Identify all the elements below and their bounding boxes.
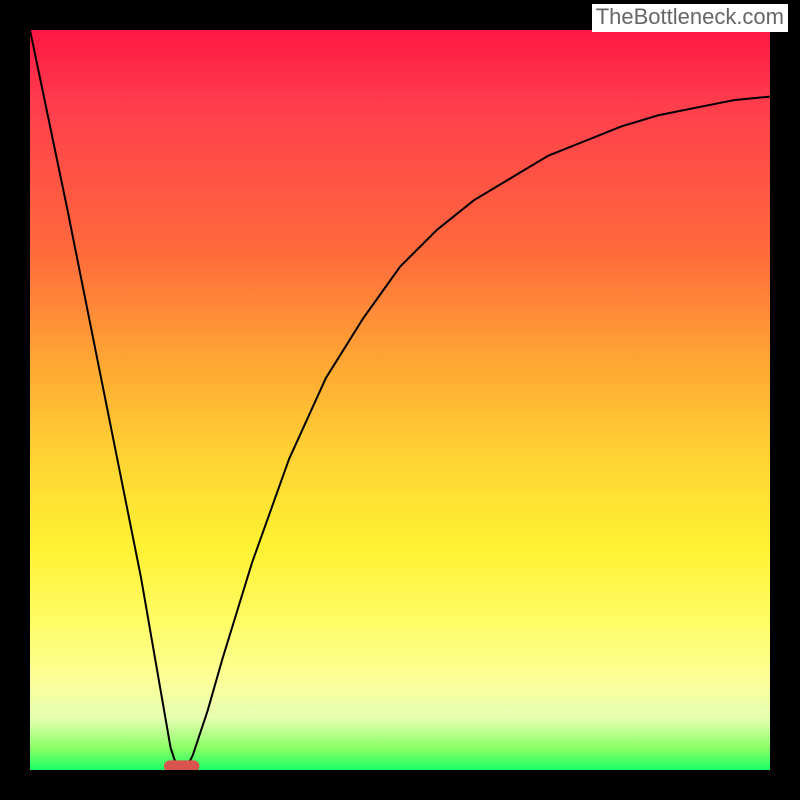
chart-container: TheBottleneck.com [0, 0, 800, 800]
optimal-region-marker [164, 760, 200, 770]
attribution-label: TheBottleneck.com [592, 4, 788, 32]
bottleneck-curve [30, 30, 770, 770]
plot-frame [30, 30, 770, 770]
chart-overlay [30, 30, 770, 770]
